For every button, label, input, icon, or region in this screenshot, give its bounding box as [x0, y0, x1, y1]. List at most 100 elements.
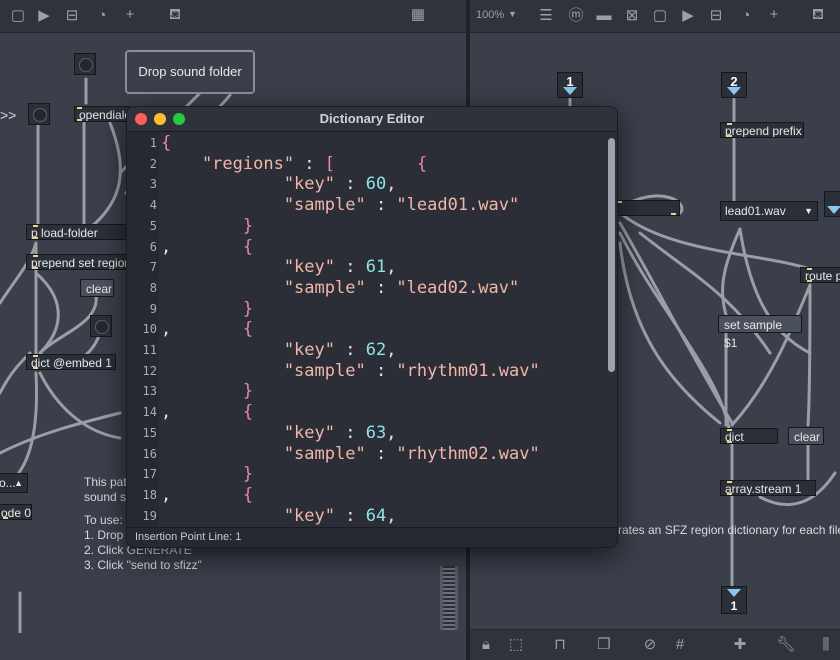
outlet-1[interactable]: 1 — [721, 586, 747, 614]
vertical-scrollbar[interactable] — [608, 138, 615, 372]
play-icon[interactable]: ▶ — [678, 7, 698, 25]
folder-trigger-button[interactable] — [74, 53, 96, 75]
comment-icon[interactable]: ▬ — [594, 7, 614, 25]
inlet-3-partial[interactable] — [824, 191, 840, 217]
code-token: : — [335, 257, 366, 278]
code-line[interactable]: , { — [161, 319, 253, 340]
grid-toggle-icon[interactable]: # — [670, 636, 690, 654]
zoom-chevron-icon[interactable]: ▼ — [508, 9, 517, 19]
code-token: "rhythm01.wav" — [396, 360, 540, 381]
clear-message-right[interactable]: clear — [788, 427, 824, 445]
mode-zero-object[interactable]: ode 0 — [0, 504, 32, 520]
code-token: "sample" — [161, 195, 366, 216]
paint-bucket-icon[interactable]: ⛾ — [165, 6, 185, 24]
code-line[interactable]: "key" : 60, — [161, 174, 397, 195]
array-stream-object[interactable]: array.stream 1 — [720, 480, 816, 496]
line-number: 13 — [142, 384, 157, 399]
snap-icon[interactable]: ⊘ — [640, 636, 660, 654]
line-number: 5 — [149, 218, 157, 233]
drop-sound-folder-zone[interactable]: Drop sound folder — [125, 50, 255, 94]
close-box-icon[interactable]: ⊠ — [622, 7, 642, 25]
code-token: : — [365, 277, 397, 298]
panel-icon[interactable]: ☰ — [536, 7, 556, 25]
prepend-prefix-object[interactable]: prepend prefix — [720, 122, 804, 138]
code-line[interactable]: , { — [161, 485, 253, 506]
presentation-icon[interactable]: ▢ — [8, 7, 28, 25]
presentation-mode-icon[interactable]: ⊓ — [550, 636, 570, 654]
code-token: : — [365, 360, 397, 381]
mode-umenu[interactable]: o... ▲ — [0, 473, 28, 493]
inlet-1[interactable]: 1 — [557, 72, 583, 98]
code-line[interactable]: , { — [161, 402, 253, 423]
message-icon[interactable]: ⓜ — [566, 7, 586, 25]
code-line[interactable]: "sample" : "rhythm02.wav" — [161, 444, 540, 465]
bang-button-left[interactable] — [28, 103, 50, 125]
clear-message-left[interactable]: clear — [80, 279, 114, 297]
code-line[interactable]: "sample" : "lead01.wav" — [161, 195, 519, 216]
code-token: } — [161, 298, 254, 319]
load-folder-object[interactable]: p load-folder — [26, 224, 132, 240]
code-line[interactable]: "key" : 64, — [161, 505, 397, 527]
dial-icon[interactable]: ◔ — [92, 7, 112, 25]
code-line[interactable]: "sample" : "rhythm01.wav" — [161, 361, 540, 382]
slider-icon[interactable]: ⊟ — [62, 7, 82, 25]
dictionary-editor-titlebar[interactable]: Dictionary Editor — [127, 107, 617, 132]
line-number: 2 — [149, 156, 157, 171]
code-line[interactable]: "key" : 62, — [161, 340, 397, 361]
dict-object[interactable]: dict — [720, 428, 778, 444]
code-token: 64 — [365, 505, 387, 526]
dial-icon[interactable]: ◔ — [736, 7, 756, 25]
code-token: , — [161, 484, 172, 505]
keyboard-icon[interactable]: ⫼ — [816, 636, 836, 654]
code-line[interactable]: "key" : 61, — [161, 257, 397, 278]
line-number: 17 — [142, 467, 157, 482]
prepend-set-region-object[interactable]: prepend set region — [26, 254, 132, 270]
code-token: , — [161, 319, 172, 340]
code-line[interactable]: { — [161, 133, 171, 154]
code-token: : — [365, 443, 397, 464]
wrench-icon[interactable]: 🔧︎ — [776, 636, 796, 654]
code-line[interactable]: } — [161, 216, 253, 237]
paint-bucket-icon[interactable]: ⛾ — [808, 6, 828, 24]
code-line[interactable]: "sample" : "lead02.wav" — [161, 278, 519, 299]
code-line[interactable]: } — [161, 299, 253, 320]
code-line[interactable]: "key" : 63, — [161, 423, 397, 444]
unlabeled-object[interactable] — [610, 200, 680, 216]
code-token: [ — [324, 153, 336, 174]
add-icon[interactable]: + — [764, 6, 784, 24]
level-meter — [440, 566, 458, 630]
zoom-level[interactable]: 100% — [476, 9, 504, 21]
code-token: 62 — [365, 340, 387, 360]
code-line[interactable]: } — [161, 381, 253, 402]
debug-icon[interactable]: ✚ — [730, 636, 750, 654]
dict-embed-object[interactable]: dict @embed 1 — [26, 354, 116, 370]
bang-button-clear[interactable] — [90, 315, 112, 337]
opendialog-object[interactable]: opendialo — [74, 106, 130, 122]
help-comment-line-7: 3. Click "send to sfizz" — [84, 558, 202, 572]
set-sample-message[interactable]: set sample $1 — [718, 315, 802, 350]
code-editor[interactable]: 1 2 3 4 5 6 7 8 9 10 11 12 13 14 15 16 17 18 19 { "regions… — [127, 132, 617, 528]
right-comment: rates an SFZ region dictionary for each … — [618, 523, 840, 537]
code-line[interactable]: "regions" : [ { — [161, 154, 427, 175]
inlet-2[interactable]: 2 — [721, 72, 747, 98]
add-icon[interactable]: + — [120, 6, 140, 24]
line-number: 12 — [142, 363, 157, 378]
slider-icon[interactable]: ⊟ — [706, 7, 726, 25]
code-token: "key" — [161, 174, 335, 195]
code-line[interactable]: , { — [161, 237, 253, 258]
play-icon[interactable]: ▶ — [34, 7, 54, 25]
line-number: 8 — [149, 280, 157, 295]
code-token: : — [335, 505, 366, 526]
cursor-icon[interactable]: ⬚ — [506, 636, 526, 654]
sample-umenu[interactable]: lead01.wav ▼ — [720, 201, 818, 221]
grid-icon[interactable]: ▦ — [408, 6, 428, 24]
code-line[interactable]: } — [161, 464, 253, 485]
code-token: "lead02.wav" — [396, 277, 520, 298]
code-token: "rhythm02.wav" — [396, 443, 540, 464]
arrow-comment: >> — [0, 107, 17, 123]
lock-icon[interactable]: 🔒︎ — [476, 636, 496, 654]
line-number: 19 — [142, 508, 157, 523]
presentation-icon[interactable]: ▢ — [650, 7, 670, 25]
route-object[interactable]: route p — [800, 267, 840, 283]
layers-icon[interactable]: ❐ — [594, 636, 614, 654]
